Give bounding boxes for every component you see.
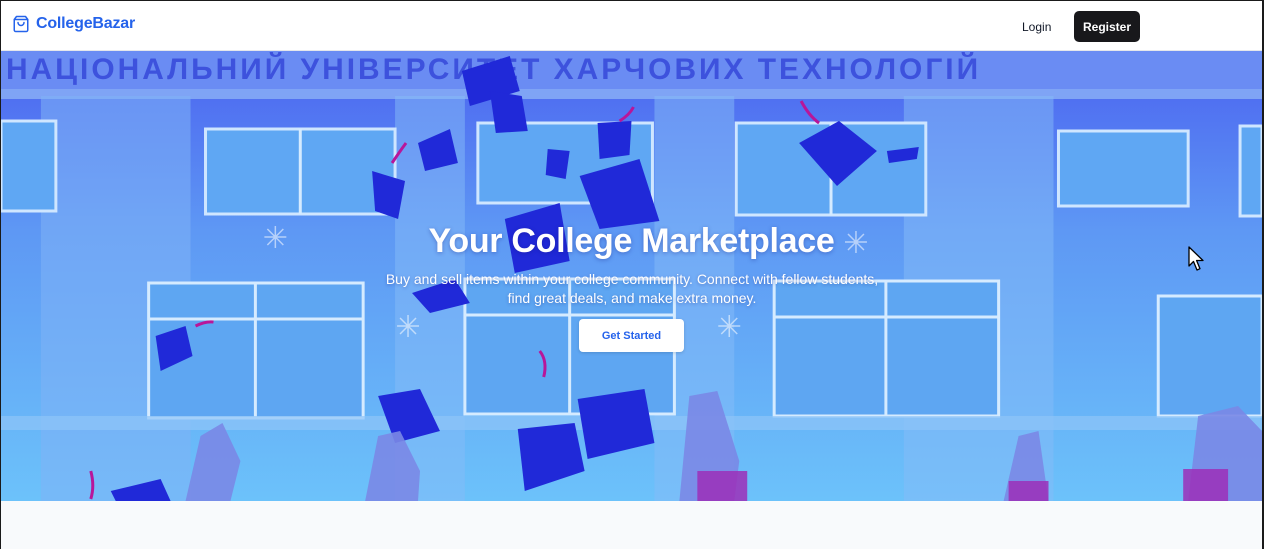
app-window: CollegeBazar Login Register НАЦІОНАЛЬНИЙ… bbox=[0, 0, 1264, 549]
top-navbar: CollegeBazar Login Register bbox=[1, 1, 1262, 51]
mouse-pointer-icon bbox=[1188, 246, 1204, 272]
shopping-bag-icon bbox=[12, 15, 30, 33]
login-link[interactable]: Login bbox=[1009, 12, 1064, 41]
get-started-button[interactable]: Get Started bbox=[579, 319, 684, 352]
brand-name: CollegeBazar bbox=[36, 15, 135, 32]
hero-section: НАЦІОНАЛЬНИЙ УНІВЕРСИТЕТ ХАРЧОВИХ ТЕХНОЛ… bbox=[1, 51, 1262, 501]
hero-title: Your College Marketplace bbox=[428, 221, 835, 260]
register-button[interactable]: Register bbox=[1074, 11, 1140, 42]
brand-logo-link[interactable]: CollegeBazar bbox=[12, 15, 135, 33]
hero-subtitle: Buy and sell items within your college c… bbox=[385, 271, 879, 306]
content-area bbox=[1, 501, 1262, 549]
